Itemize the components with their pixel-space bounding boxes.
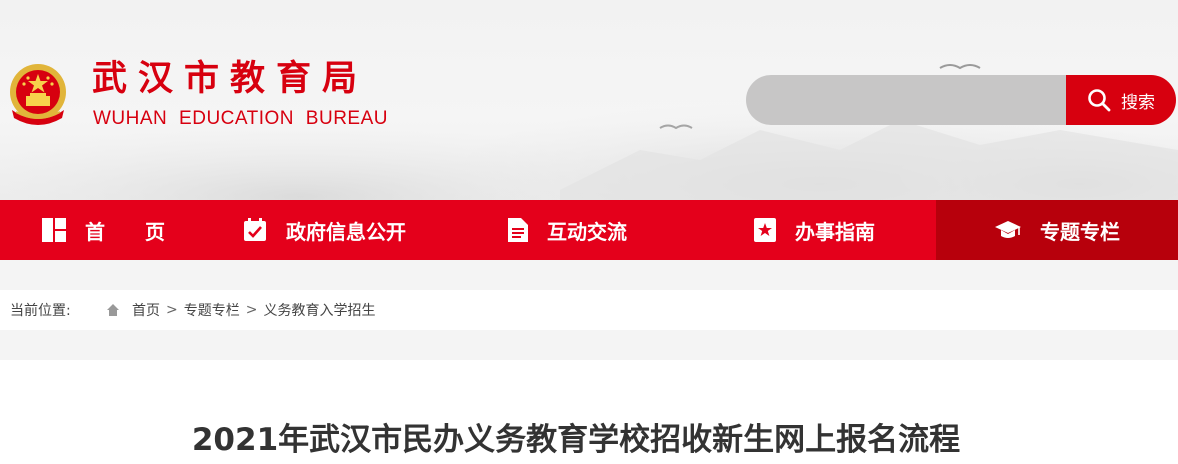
home-icon[interactable] [106,303,120,317]
search-button-label: 搜索 [1121,92,1155,113]
nav-item-home[interactable]: 首 页 [0,200,206,260]
nav-item-label: 专题专栏 [1040,219,1120,244]
breadcrumb-separator: > [245,302,258,318]
graduation-cap-icon [994,218,1022,242]
breadcrumb-item-topics[interactable]: 专题专栏 [184,300,240,320]
calendar-check-icon [242,217,268,243]
nav-item-label: 办事指南 [795,219,875,244]
site-logo-title[interactable]: 武汉市教育局 [92,57,368,101]
bookmark-star-icon [753,217,777,243]
breadcrumb-separator: > [166,302,178,318]
search-icon [1088,89,1111,112]
national-emblem-icon [10,64,66,125]
nav-item-gov-info[interactable]: 政府信息公开 [206,200,442,260]
site-header: 武汉市教育局 WUHAN EDUCATION BUREAU 搜索 [0,0,1178,200]
breadcrumb: 当前位置: 首页 > 专题专栏 > 义务教育入学招生 [0,290,1178,330]
nav-item-label: 首 页 [85,219,165,244]
nav-item-label: 政府信息公开 [286,219,406,244]
article-title: 2021年武汉市民办义务教育学校招收新生网上报名流程 [191,422,961,458]
breadcrumb-item-home[interactable]: 首页 [132,300,160,320]
site-logo-subtitle: WUHAN EDUCATION BUREAU [93,108,388,129]
search-input[interactable] [746,75,1076,125]
nav-item-label: 互动交流 [547,219,627,244]
main-nav: 首 页 政府信息公开 互动交流 办事指南 专题专栏 [0,200,1178,260]
nav-item-interaction[interactable]: 互动交流 [442,200,692,260]
nav-item-service-guide[interactable]: 办事指南 [692,200,936,260]
breadcrumb-item-enrollment[interactable]: 义务教育入学招生 [263,300,375,320]
grid-icon [41,217,67,243]
breadcrumb-label: 当前位置: [10,303,71,319]
document-icon [507,217,529,243]
search-button[interactable]: 搜索 [1066,75,1176,125]
nav-item-special-topics[interactable]: 专题专栏 [936,200,1178,260]
